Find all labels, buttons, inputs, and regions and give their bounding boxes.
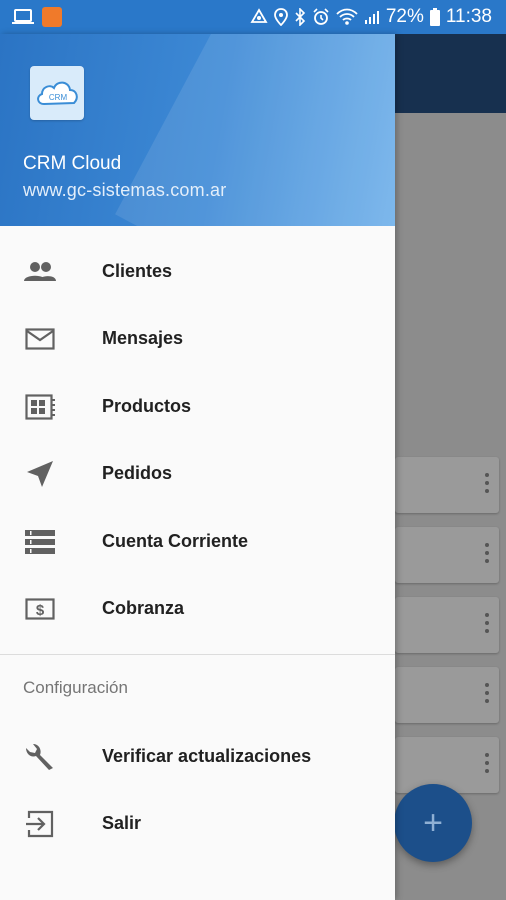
bluetooth-icon (294, 8, 306, 26)
menu-item-productos[interactable]: Productos (0, 373, 395, 440)
menu-item-cuenta-corriente[interactable]: Cuenta Corriente (0, 508, 395, 575)
menu-item-salir[interactable]: Salir (0, 790, 395, 857)
drawer-header: CRM CRM Cloud www.gc-sistemas.com.ar (0, 34, 395, 226)
overflow-menu-icon[interactable] (485, 683, 489, 707)
app-logo: CRM (30, 66, 84, 120)
overflow-menu-icon[interactable] (485, 543, 489, 567)
background-list-item[interactable] (395, 527, 499, 583)
alarm-icon (312, 8, 330, 26)
menu-item-mensajes[interactable]: Mensajes (0, 305, 395, 372)
battery-percent: 72% (385, 6, 424, 27)
signal-icon (364, 9, 380, 25)
vpn-icon (250, 8, 268, 26)
menu-label: Salir (102, 813, 142, 833)
overflow-menu-icon[interactable] (485, 753, 489, 777)
menu-label: Productos (102, 396, 192, 416)
svg-text:$: $ (36, 602, 45, 619)
menu-label: Verificar actualizaciones (102, 746, 312, 766)
menu-divider (0, 654, 395, 655)
overflow-menu-icon[interactable] (485, 613, 489, 637)
background-list-item[interactable] (395, 737, 499, 793)
send-icon (24, 458, 56, 490)
menu-item-pedidos[interactable]: Pedidos (0, 440, 395, 507)
menu-item-cobranza[interactable]: $ Cobranza (0, 575, 395, 642)
laptop-icon (12, 9, 34, 25)
plus-icon: + (423, 803, 443, 842)
exit-icon (24, 808, 56, 840)
location-icon (273, 8, 288, 26)
money-icon: $ (24, 593, 56, 625)
status-bar: 72% 11:38 (0, 0, 506, 34)
background-list-item[interactable] (395, 457, 499, 513)
add-fab-button[interactable]: + (394, 784, 472, 862)
menu-label: Cobranza (102, 598, 185, 618)
menu-label: Clientes (102, 261, 173, 281)
battery-icon (429, 8, 440, 26)
logo-text: CRM (49, 93, 68, 102)
people-icon (24, 256, 56, 288)
mail-icon (24, 323, 56, 355)
section-title-configuracion: Configuración (23, 678, 128, 697)
menu-label: Cuenta Corriente (102, 531, 249, 551)
clock: 11:38 (445, 6, 492, 27)
background-list-item[interactable] (395, 597, 499, 653)
menu-label: Mensajes (102, 328, 184, 348)
app-url: www.gc-sistemas.com.ar (23, 180, 227, 200)
menu-label: Pedidos (102, 463, 173, 483)
product-icon (24, 391, 56, 423)
wifi-icon (336, 8, 358, 26)
list-icon (24, 526, 56, 558)
overflow-menu-icon[interactable] (485, 473, 489, 497)
app-notification-icon (42, 7, 62, 27)
menu-item-verificar-actualizaciones[interactable]: Verificar actualizaciones (0, 723, 395, 790)
wrench-icon (24, 741, 56, 773)
app-name: CRM Cloud (23, 153, 122, 174)
menu-item-clientes[interactable]: Clientes (0, 238, 395, 305)
navigation-drawer: CRM CRM Cloud www.gc-sistemas.com.ar Cli… (0, 34, 395, 900)
background-list-item[interactable] (395, 667, 499, 723)
